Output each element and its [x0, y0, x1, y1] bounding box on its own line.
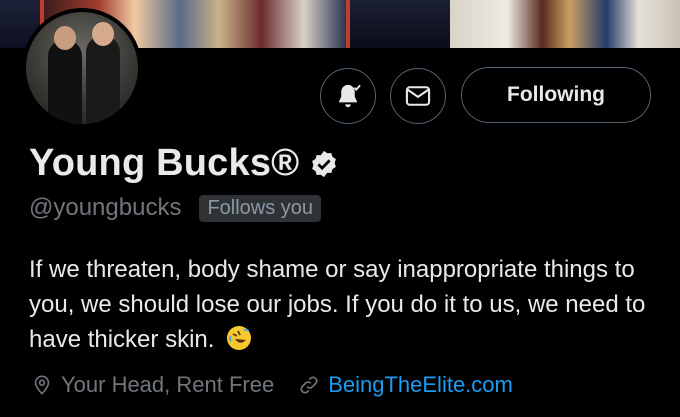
- avatar[interactable]: [22, 8, 142, 128]
- envelope-icon: [405, 86, 431, 106]
- location-item: Your Head, Rent Free: [31, 372, 274, 398]
- location-pin-icon: [34, 375, 50, 395]
- handle-row: @youngbucks Follows you: [29, 194, 322, 222]
- following-button[interactable]: Following: [461, 67, 651, 123]
- avatar-figure: [92, 22, 114, 46]
- verified-badge-icon[interactable]: [309, 149, 339, 179]
- profile-meta-row: Your Head, Rent Free BeingTheElite.com: [31, 372, 513, 398]
- avatar-figure: [48, 40, 82, 124]
- profile-bio: If we threaten, body shame or say inappr…: [29, 252, 659, 357]
- profile-name-row: Young Bucks®: [29, 142, 339, 185]
- website-link[interactable]: BeingTheElite.com: [328, 372, 513, 398]
- message-button[interactable]: [390, 68, 446, 124]
- website-item[interactable]: BeingTheElite.com: [298, 372, 513, 398]
- notifications-button[interactable]: [320, 68, 376, 124]
- link-icon: [300, 376, 318, 394]
- banner-image-segment: [450, 0, 680, 48]
- bio-text: If we threaten, body shame or say inappr…: [29, 256, 646, 353]
- location-text: Your Head, Rent Free: [61, 372, 275, 397]
- user-handle: @youngbucks: [29, 194, 182, 221]
- avatar-figure: [86, 36, 120, 124]
- banner-image-segment: [350, 0, 450, 48]
- following-button-label: Following: [507, 83, 605, 106]
- follows-you-badge: Follows you: [199, 194, 322, 222]
- rolling-on-the-floor-laughing-emoji: [227, 326, 252, 350]
- display-name: Young Bucks®: [29, 142, 300, 184]
- avatar-figure: [54, 26, 76, 50]
- bell-icon: [339, 84, 361, 108]
